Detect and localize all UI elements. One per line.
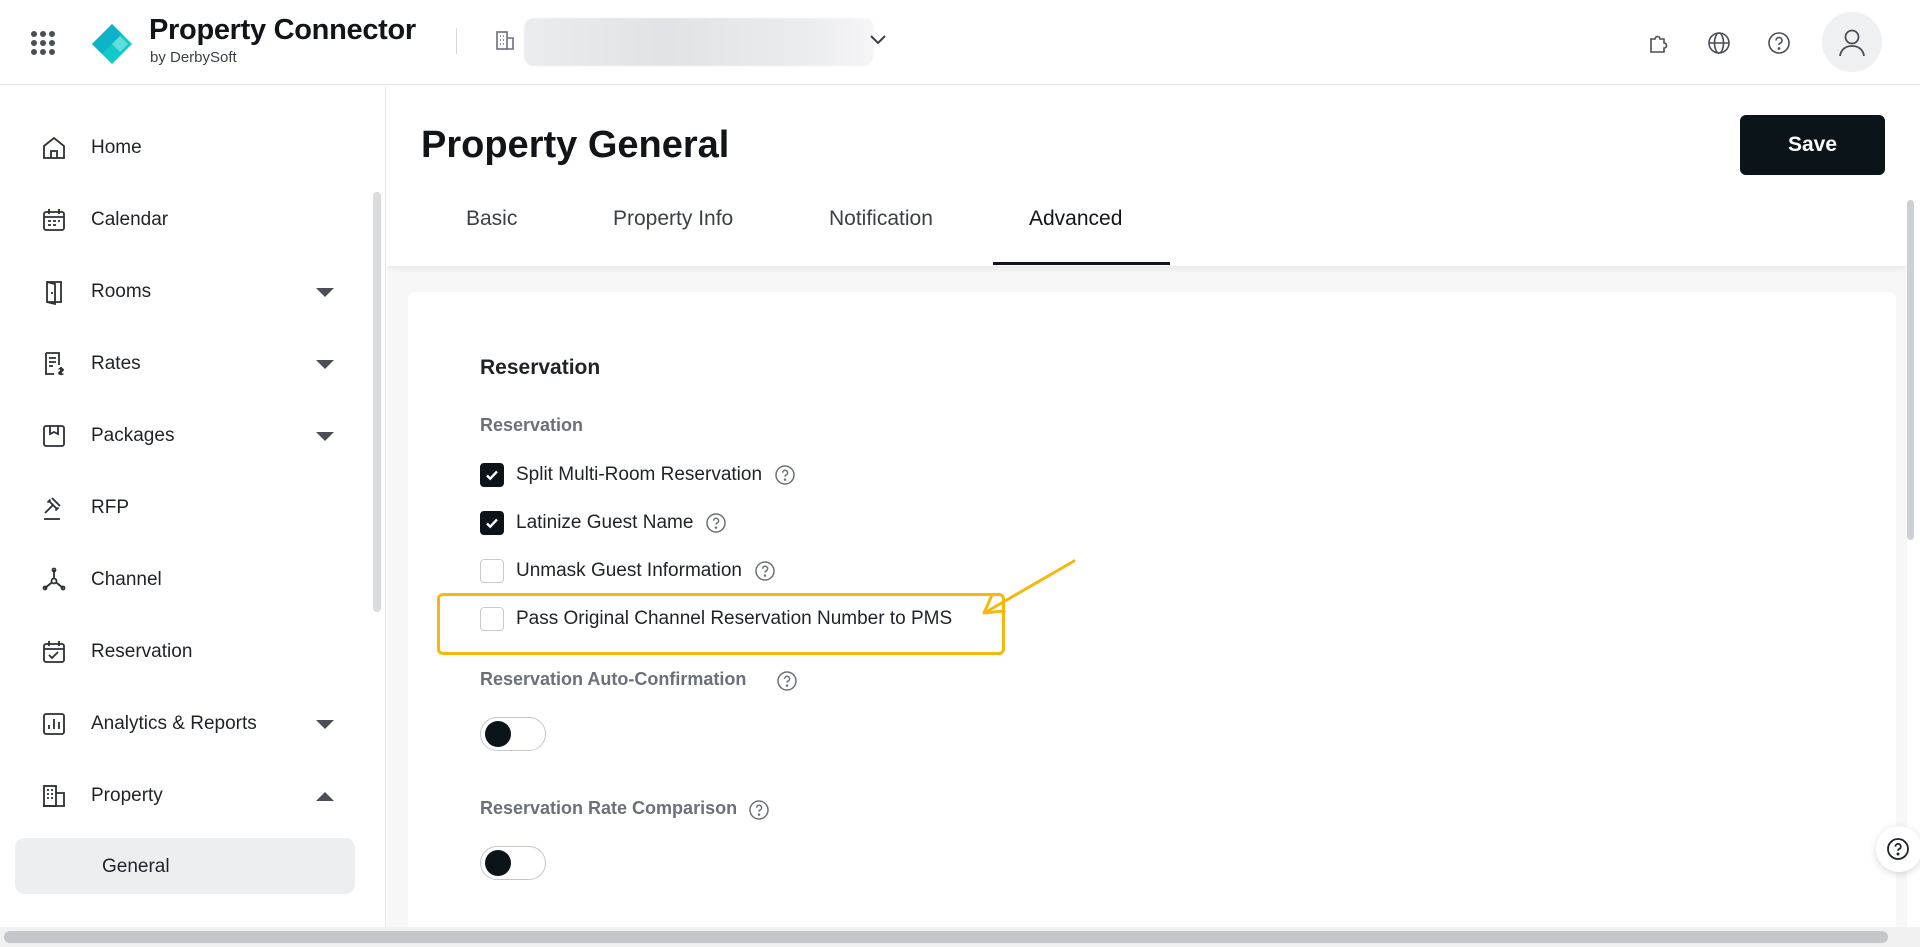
active-tab-indicator [993,262,1170,265]
tab-notification[interactable]: Notification [829,207,933,263]
app-subtitle: by DerbySoft [150,49,237,66]
package-icon [43,425,65,447]
calendar-icon [43,209,65,231]
save-button[interactable]: Save [1740,115,1885,175]
rate-comparison-label: Reservation Rate Comparison [480,798,738,818]
checkbox-pass-original-channel-res-number[interactable]: Pass Original Channel Reservation Number… [480,604,952,634]
channel-icon [42,567,66,591]
sidebar-item-rooms[interactable]: Rooms [0,264,360,320]
home-icon [43,136,65,159]
help-circle-icon[interactable] [1766,30,1792,56]
building-icon [496,31,514,50]
apps-grid-icon[interactable] [28,28,56,56]
property-selector[interactable] [524,18,874,66]
door-icon [46,281,62,306]
checkbox[interactable] [480,511,504,535]
sidebar-item-channel[interactable]: Channel [0,552,360,608]
chevron-down-icon[interactable] [316,359,334,369]
checkbox-split-multi-room[interactable]: Split Multi-Room Reservation [480,460,796,490]
checkbox[interactable] [480,607,504,631]
app-title: Property Connector [149,14,416,46]
sidebar-item-label: Packages [91,425,175,446]
horizontal-scrollbar[interactable] [0,927,1920,947]
sidebar-item-analytics[interactable]: Analytics & Reports [0,696,360,752]
toggle-knob [485,850,511,876]
sidebar-subitem-general[interactable]: General [15,838,355,894]
gavel-icon [44,497,61,520]
section-title: Reservation [480,356,601,379]
puzzle-icon[interactable] [1646,30,1672,56]
floating-help-button[interactable] [1876,826,1920,872]
checkbox-unmask-guest-info[interactable]: Unmask Guest Information [480,556,776,586]
sidebar-scrollbar[interactable] [373,192,381,612]
help-circle-icon[interactable] [774,464,796,486]
main-content: Property General Save Basic Property Inf… [387,86,1907,927]
sidebar-item-label: Channel [91,569,162,590]
top-header: Property Connector by DerbySoft [0,0,1920,85]
sidebar-item-packages[interactable]: Packages [0,408,360,464]
sidebar-item-label: Analytics & Reports [91,713,257,734]
sidebar-item-label: Home [91,137,142,158]
arrow-annotation-icon [982,559,1076,615]
globe-icon[interactable] [1706,30,1732,56]
tab-property-info[interactable]: Property Info [613,207,733,263]
sidebar-item-label: Property [91,785,163,806]
page-scrollbar[interactable] [1907,200,1914,540]
chart-icon [43,713,65,735]
calendar-check-icon [43,641,65,663]
building-icon [43,785,65,807]
check-icon [486,518,498,529]
sidebar-item-label: Calendar [91,209,169,230]
help-circle-icon[interactable] [705,512,727,534]
checkbox-label: Latinize Guest Name [516,512,694,533]
checkbox[interactable] [480,559,504,583]
sidebar-item-reservation[interactable]: Reservation [0,624,360,680]
sidebar-item-label: RFP [91,497,129,518]
tab-basic[interactable]: Basic [466,207,517,263]
tab-advanced[interactable]: Advanced [1029,207,1122,263]
sidebar-item-rfp[interactable]: RFP [0,480,360,536]
toggle-knob [485,721,511,747]
sidebar-item-label: Reservation [91,641,193,662]
brand-logo [92,24,132,64]
sidebar-item-calendar[interactable]: Calendar [0,192,360,248]
chevron-down-icon[interactable] [316,719,334,729]
rate-doc-icon [45,352,64,376]
checkbox[interactable] [480,463,504,487]
group-label: Reservation [480,415,584,435]
settings-card: Reservation Reservation Split Multi-Room… [408,292,1896,927]
help-circle-icon [1887,838,1909,860]
user-avatar[interactable] [1822,12,1882,72]
chevron-down-icon[interactable] [316,287,334,297]
chevron-down-icon[interactable] [316,431,334,441]
sidebar-item-rates[interactable]: Rates [0,336,360,392]
page-title: Property General [421,124,730,166]
auto-confirmation-toggle[interactable] [480,717,546,751]
checkbox-label: Split Multi-Room Reservation [516,464,763,485]
checkbox-latinize-guest-name[interactable]: Latinize Guest Name [480,508,727,538]
chevron-up-icon[interactable] [316,791,334,801]
user-avatar-icon [1839,29,1865,57]
auto-confirmation-label: Reservation Auto-Confirmation [480,669,747,689]
page-header: Property General Save Basic Property Inf… [387,86,1907,266]
sidebar-item-home[interactable]: Home [0,120,360,176]
horizontal-scrollbar-thumb[interactable] [4,931,1888,943]
sidebar-item-label: Rooms [91,281,152,302]
header-divider [456,28,457,54]
rate-comparison-toggle[interactable] [480,846,546,880]
sidebar-subitem-label: General [102,856,170,877]
help-circle-icon[interactable] [776,670,798,692]
help-circle-icon[interactable] [748,799,770,821]
help-circle-icon[interactable] [754,560,776,582]
check-icon [486,470,498,481]
sidebar-item-label: Rates [91,353,141,374]
chevron-down-icon[interactable] [868,30,888,50]
checkbox-label: Pass Original Channel Reservation Number… [516,608,953,629]
sidebar: Home Calendar Rooms Rates Packages RFP C… [0,86,386,927]
checkbox-label: Unmask Guest Information [516,560,742,581]
sidebar-item-property[interactable]: Property [0,768,360,824]
